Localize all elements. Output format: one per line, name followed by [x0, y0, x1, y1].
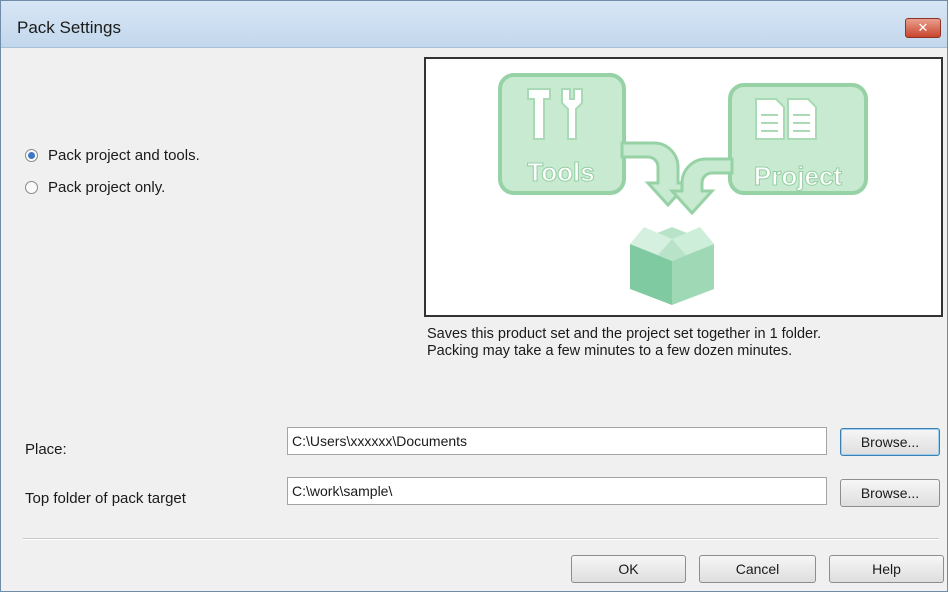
place-browse-button[interactable]: Browse...: [840, 428, 940, 456]
top-folder-input[interactable]: [287, 477, 827, 505]
radio-pack-project-only[interactable]: Pack project only.: [25, 179, 165, 196]
project-bubble: Project: [668, 83, 868, 216]
close-button[interactable]: ✕: [905, 18, 941, 38]
cancel-button[interactable]: Cancel: [699, 555, 816, 583]
title-bar: Pack Settings ✕: [1, 1, 947, 48]
radio-button-unchecked[interactable]: [25, 181, 38, 194]
window-title: Pack Settings: [17, 18, 121, 37]
pack-settings-dialog: Pack Settings ✕ Pack project and tools. …: [0, 0, 948, 592]
top-folder-label: Top folder of pack target: [25, 490, 186, 507]
place-label: Place:: [25, 441, 67, 458]
illustration-svg: Tools Project: [498, 73, 868, 305]
top-folder-browse-button[interactable]: Browse...: [840, 479, 940, 507]
arrow-icon: [668, 157, 734, 216]
box-icon: [630, 227, 714, 305]
pack-description: Saves this product set and the project s…: [427, 326, 927, 360]
radio-pack-project-and-tools[interactable]: Pack project and tools.: [25, 147, 200, 164]
radio-button-checked[interactable]: [25, 149, 38, 162]
tools-bubble: Tools: [498, 73, 692, 208]
description-line-1: Saves this product set and the project s…: [427, 326, 822, 342]
close-icon: ✕: [917, 20, 929, 35]
help-button[interactable]: Help: [829, 555, 944, 583]
radio-label: Pack project and tools.: [48, 147, 200, 164]
ok-button[interactable]: OK: [571, 555, 686, 583]
pack-illustration: Tools Project: [424, 57, 943, 317]
place-input[interactable]: [287, 427, 827, 455]
description-line-2: Packing may take a few minutes to a few …: [427, 343, 793, 359]
radio-label: Pack project only.: [48, 179, 166, 196]
tools-label: Tools: [527, 157, 594, 187]
project-label: Project: [754, 161, 842, 191]
footer-separator: [23, 538, 939, 540]
